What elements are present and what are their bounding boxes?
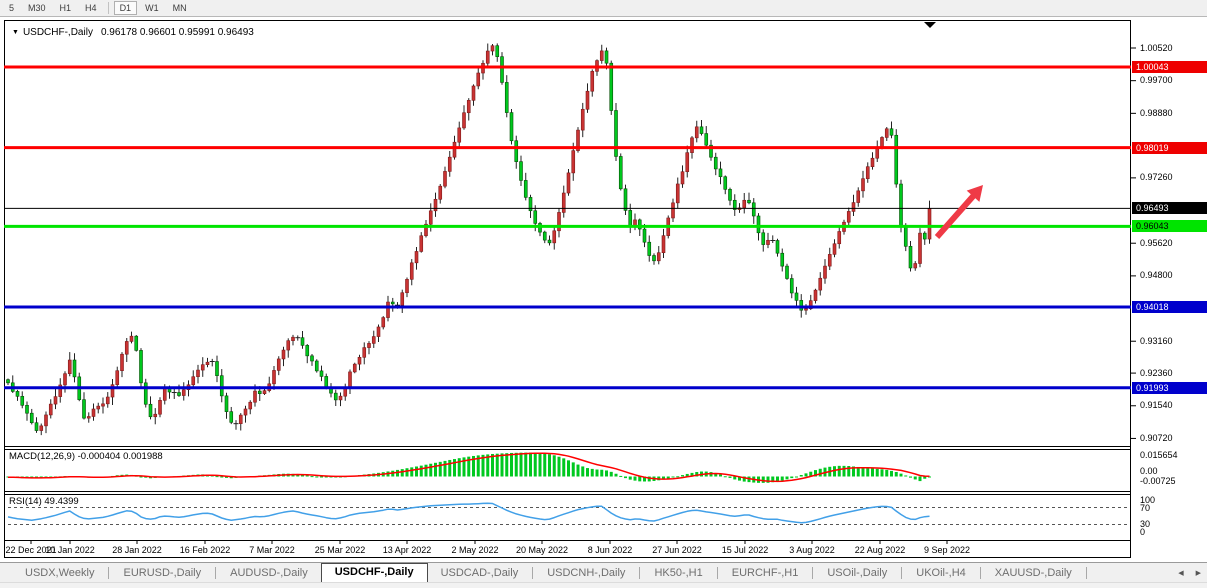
price-axis-label: 0.90720 <box>1140 433 1173 443</box>
chart-canvas[interactable] <box>4 20 1131 558</box>
chart-tab-usoil[interactable]: USOil-,Daily <box>814 565 900 581</box>
date-label: 8 Jun 2022 <box>588 545 633 555</box>
timeframe-button-d1[interactable]: D1 <box>114 1 138 15</box>
symbol-title[interactable]: ▼ USDCHF-,Daily 0.96178 0.96601 0.95991 0.… <box>12 27 254 38</box>
toolbar-separator <box>108 2 109 14</box>
chart-tab-hk50[interactable]: HK50-,H1 <box>641 565 715 581</box>
chart-tabs-bar: USDX,WeeklyEURUSD-,DailyAUDUSD-,DailyUSD… <box>0 562 1207 582</box>
date-label: 16 Feb 2022 <box>180 545 231 555</box>
date-label: 22 Aug 2022 <box>855 545 906 555</box>
date-label: 25 Mar 2022 <box>315 545 366 555</box>
date-label: 20 May 2022 <box>516 545 568 555</box>
timeframe-button-h4[interactable]: H4 <box>79 1 103 15</box>
tab-separator <box>901 567 902 579</box>
timeframe-button-m30[interactable]: M30 <box>22 1 52 15</box>
timeframe-button-5[interactable]: 5 <box>3 1 20 15</box>
macd-axis-label: 0.00 <box>1140 466 1158 476</box>
date-label: 7 Mar 2022 <box>249 545 295 555</box>
date-label: 13 Apr 2022 <box>383 545 432 555</box>
price-axis-label: 0.99700 <box>1140 75 1173 85</box>
chart-tab-usdx[interactable]: USDX,Weekly <box>12 565 107 581</box>
tab-separator <box>532 567 533 579</box>
price-axis-label: 0.91540 <box>1140 400 1173 410</box>
tab-separator <box>812 567 813 579</box>
chart-tab-usdchf[interactable]: USDCHF-,Daily <box>321 563 428 582</box>
symbol-dropdown-icon[interactable]: ▼ <box>12 29 19 36</box>
price-axis-label: 0.92360 <box>1140 368 1173 378</box>
macd-axis-label: 0.015654 <box>1140 450 1178 460</box>
macd-indicator-label: MACD(12,26,9) -0.000404 0.001988 <box>9 451 163 462</box>
tab-separator <box>639 567 640 579</box>
chart-tab-usdcnh[interactable]: USDCNH-,Daily <box>534 565 638 581</box>
ohlc-values: 0.96178 0.96601 0.95991 0.96493 <box>101 27 254 38</box>
chart-tab-eurusd[interactable]: EURUSD-,Daily <box>110 565 214 581</box>
tab-separator <box>980 567 981 579</box>
date-label: 15 Jul 2022 <box>722 545 769 555</box>
macd-axis-label: -0.00725 <box>1140 476 1176 486</box>
date-label: 9 Sep 2022 <box>924 545 970 555</box>
timeframe-toolbar: 5M30H1H4 D1W1MN <box>0 0 1207 17</box>
date-label: 2 May 2022 <box>451 545 498 555</box>
status-strip <box>0 582 1207 588</box>
price-axis-label: 0.94800 <box>1140 270 1173 280</box>
price-badge: 0.96493 <box>1132 202 1207 214</box>
timeframe-button-w1[interactable]: W1 <box>139 1 165 15</box>
price-badge: 0.96043 <box>1132 220 1207 232</box>
tab-separator <box>108 567 109 579</box>
timeframe-button-mn[interactable]: MN <box>167 1 193 15</box>
symbol-label: USDCHF-,Daily <box>23 27 93 38</box>
mt4-window: 5M30H1H4 D1W1MN ▼ USDCHF-,Daily 0.96178 0.9… <box>0 0 1207 588</box>
date-label: 27 Jun 2022 <box>652 545 702 555</box>
price-axis-label: 0.95620 <box>1140 238 1173 248</box>
price-badge: 1.00043 <box>1132 61 1207 73</box>
rsi-indicator-label: RSI(14) 49.4399 <box>9 496 79 507</box>
price-axis-label: 0.98880 <box>1140 108 1173 118</box>
timeframe-button-h1[interactable]: H1 <box>54 1 78 15</box>
chart-tab-usdcad[interactable]: USDCAD-,Daily <box>428 565 532 581</box>
date-label: 10 Jan 2022 <box>45 545 95 555</box>
rsi-axis-label: 0 <box>1140 527 1145 537</box>
tab-separator <box>1086 567 1087 579</box>
chart-tab-audusd[interactable]: AUDUSD-,Daily <box>217 565 321 581</box>
tab-separator <box>717 567 718 579</box>
price-badge: 0.98019 <box>1132 142 1207 154</box>
rsi-axis-label: 70 <box>1140 503 1150 513</box>
price-badge: 0.94018 <box>1132 301 1207 313</box>
tab-separator <box>215 567 216 579</box>
chart-tab-eurchf[interactable]: EURCHF-,H1 <box>719 565 812 581</box>
price-axis-label: 0.93160 <box>1140 336 1173 346</box>
price-axis-label: 1.00520 <box>1140 43 1173 53</box>
chart-tab-xauusd[interactable]: XAUUSD-,Daily <box>982 565 1085 581</box>
chart-tab-ukoil[interactable]: UKOil-,H4 <box>903 565 979 581</box>
tab-scroll-left-icon[interactable]: ◀ <box>1172 569 1189 577</box>
price-badge: 0.91993 <box>1132 382 1207 394</box>
date-label: 3 Aug 2022 <box>789 545 835 555</box>
price-axis-label: 0.97260 <box>1140 172 1173 182</box>
tab-scroll-right-icon[interactable]: ▶ <box>1190 569 1207 577</box>
date-label: 28 Jan 2022 <box>112 545 162 555</box>
